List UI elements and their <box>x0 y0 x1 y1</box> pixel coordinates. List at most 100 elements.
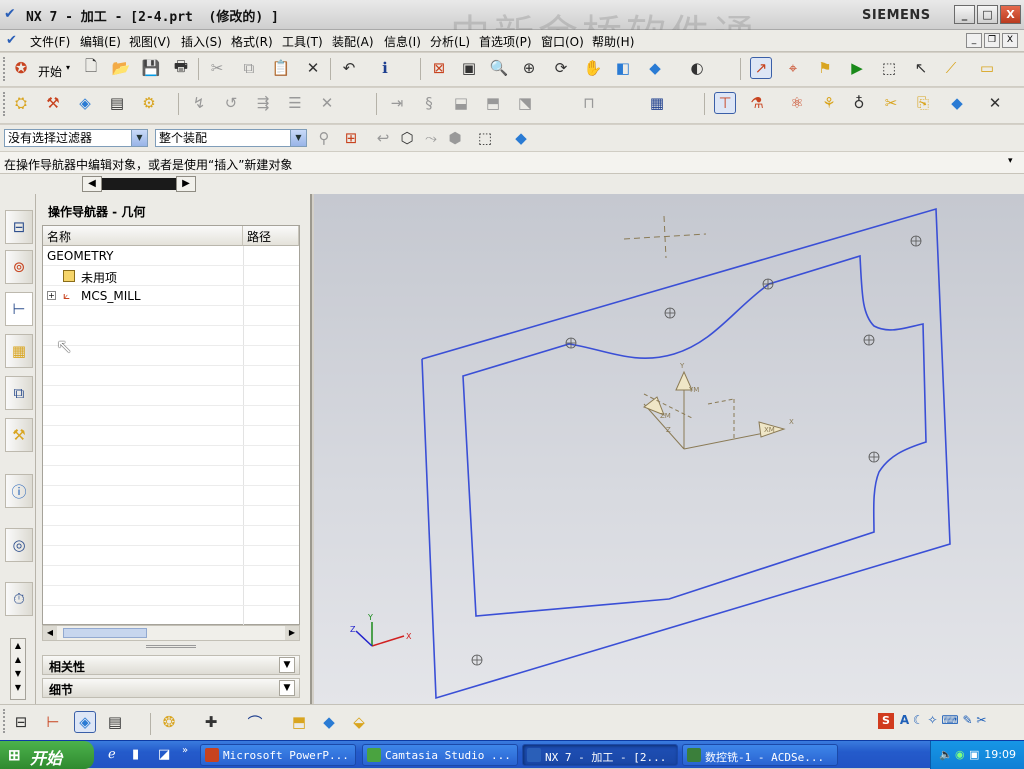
assembly-navigator-tab[interactable]: ⊟ <box>5 210 33 244</box>
cut-icon[interactable]: ✂ <box>206 57 228 79</box>
web-browser-tab[interactable]: ◎ <box>5 528 33 562</box>
wcs-icon[interactable]: ↗ <box>750 57 772 79</box>
open-folder-icon[interactable]: 📂 <box>110 57 132 79</box>
splitter[interactable] <box>146 645 196 648</box>
info-tab[interactable]: ⓘ <box>5 474 33 508</box>
input-method-bar[interactable]: S A ☾ ✧ ⌨ ✎ ✂ <box>878 713 1018 735</box>
nav-scroll-right-icon[interactable]: ▶ <box>176 176 196 192</box>
quicklaunch-icon[interactable]: ▮ <box>132 747 139 762</box>
shop-doc-icon[interactable]: § <box>418 92 440 114</box>
reuse-library-tab[interactable]: ⧉ <box>5 376 33 410</box>
snap-point-icon[interactable]: ⌖ <box>782 57 804 79</box>
menu-edit[interactable]: 编辑(E) <box>80 33 121 50</box>
zoom-window-icon[interactable]: ▣ <box>458 57 480 79</box>
section-related[interactable]: 相关性 ▼ <box>42 655 300 675</box>
menu-tools[interactable]: 工具(T) <box>282 33 323 50</box>
color-icon[interactable]: ❂ <box>158 711 180 733</box>
navigator-hscroll[interactable]: ◀ ▶ <box>42 625 300 641</box>
doc-close-button[interactable]: X <box>1002 33 1018 48</box>
select-cursor-icon[interactable]: ↖ <box>910 57 932 79</box>
create-tool-icon[interactable]: ⚒ <box>42 92 64 114</box>
scroll-left-icon[interactable]: ◀ <box>43 626 57 640</box>
replay-path-icon[interactable]: ↺ <box>220 92 242 114</box>
list-path-icon[interactable]: ☰ <box>284 92 306 114</box>
more-icon[interactable]: » <box>182 745 188 756</box>
machine-tool-view-icon[interactable]: ⚗ <box>746 92 768 114</box>
undo-icon[interactable]: ↶ <box>338 57 360 79</box>
extrude-icon[interactable]: ⬒ <box>288 711 310 733</box>
column-header-name[interactable]: 名称 <box>43 226 243 246</box>
doc-minimize-button[interactable]: _ <box>966 33 982 48</box>
create-geometry-icon[interactable]: ◈ <box>74 92 96 114</box>
close-button[interactable]: X <box>1000 5 1021 24</box>
face-rule-icon[interactable]: ⬡ <box>396 127 418 149</box>
maximize-button[interactable]: □ <box>977 5 998 24</box>
graphics-window[interactable]: Y X YM XM ZM Z X Y Z ↖ <box>56 194 1024 704</box>
nav-scroll-left-icon[interactable]: ◀ <box>82 176 102 192</box>
shaded-cube-icon[interactable]: ◆ <box>644 57 666 79</box>
block-icon[interactable]: ◆ <box>318 711 340 733</box>
select-edge-icon[interactable]: ⟋ <box>940 57 962 79</box>
machine-icon[interactable]: ⊓ <box>578 92 600 114</box>
magnify-icon[interactable]: ⊕ <box>518 57 540 79</box>
ie-icon[interactable]: ℯ <box>108 747 116 762</box>
feature-icon[interactable]: ▦ <box>646 92 668 114</box>
measure-icon[interactable]: ▭ <box>976 57 998 79</box>
tray-app-icon[interactable]: ▣ <box>969 748 979 761</box>
copy-object-icon[interactable]: ⎘ <box>912 92 934 114</box>
tool-list-icon[interactable]: ⬔ <box>514 92 536 114</box>
section-details[interactable]: 细节 ▼ <box>42 678 300 698</box>
program-view-icon[interactable]: ⊤ <box>714 92 736 114</box>
view-orient-icon[interactable]: ◧ <box>612 57 634 79</box>
select-all-icon[interactable]: ⚲ <box>313 127 335 149</box>
start-button[interactable]: ⊞ 开始 <box>0 741 94 769</box>
scroll-right-icon[interactable]: ▶ <box>285 626 299 640</box>
tree-row-geometry[interactable]: GEOMETRY <box>43 246 299 266</box>
display-object-icon[interactable]: ◆ <box>946 92 968 114</box>
menu-analysis[interactable]: 分析(L) <box>430 33 470 50</box>
history-tab[interactable]: ⏱ <box>5 582 33 616</box>
curve-rule-icon[interactable]: ↩ <box>372 127 394 149</box>
start-icon[interactable]: ✪ <box>10 57 32 79</box>
method-icon[interactable]: ▤ <box>104 711 126 733</box>
component-icon[interactable]: ◆ <box>510 127 532 149</box>
create-method-icon[interactable]: ▤ <box>106 92 128 114</box>
method-view-icon[interactable]: ⚘ <box>818 92 840 114</box>
pan-icon[interactable]: ✋ <box>582 57 604 79</box>
tree-row-unused[interactable]: 未用项 <box>43 266 299 286</box>
print-icon[interactable]: 🖶 <box>170 57 192 79</box>
arc-icon[interactable]: ⌒ <box>244 711 266 733</box>
machine-tool-tab[interactable]: ⚒ <box>5 418 33 452</box>
edit-object-icon[interactable]: ♁ <box>848 92 870 114</box>
geometry-view-icon[interactable]: ⚛ <box>786 92 808 114</box>
column-header-path[interactable]: 路径 <box>243 226 299 246</box>
constraint-navigator-tab[interactable]: ⊚ <box>5 250 33 284</box>
feature-edit-icon[interactable]: ⬙ <box>348 711 370 733</box>
output-cls-icon[interactable]: ⬓ <box>450 92 472 114</box>
delete-object-icon[interactable]: ✕ <box>984 92 1006 114</box>
menu-view[interactable]: 视图(V) <box>129 33 171 50</box>
tangent-icon[interactable]: ⤳ <box>420 127 442 149</box>
paste-icon[interactable]: 📋 <box>270 57 292 79</box>
hscroll-thumb[interactable] <box>63 628 147 638</box>
delete-icon[interactable]: ✕ <box>302 57 324 79</box>
create-program-icon[interactable]: ⛭ <box>10 92 32 114</box>
machine-tool-icon[interactable]: ⊢ <box>42 711 64 733</box>
task-powerpoint[interactable]: Microsoft PowerP... <box>200 744 356 766</box>
rect-select-icon[interactable]: ⬚ <box>474 127 496 149</box>
geometry-icon[interactable]: ◈ <box>74 711 96 733</box>
menu-app-icon[interactable]: ✔ <box>6 33 17 48</box>
zoom-icon[interactable]: 🔍 <box>488 57 510 79</box>
start-menu-button[interactable]: 开始 <box>38 63 62 80</box>
delete-path-icon[interactable]: ✕ <box>316 92 338 114</box>
menu-assembly[interactable]: 装配(A) <box>332 33 374 50</box>
fit-view-icon[interactable]: ⊠ <box>428 57 450 79</box>
new-file-icon[interactable]: 🗋 <box>80 57 102 79</box>
information-icon[interactable]: ℹ <box>374 57 396 79</box>
verify-path-icon[interactable]: ⇶ <box>252 92 274 114</box>
point-icon[interactable]: ✚ <box>200 711 222 733</box>
menu-info[interactable]: 信息(I) <box>384 33 421 50</box>
rotate-icon[interactable]: ⟳ <box>550 57 572 79</box>
menu-help[interactable]: 帮助(H) <box>592 33 634 50</box>
generate-path-icon[interactable]: ↯ <box>188 92 210 114</box>
